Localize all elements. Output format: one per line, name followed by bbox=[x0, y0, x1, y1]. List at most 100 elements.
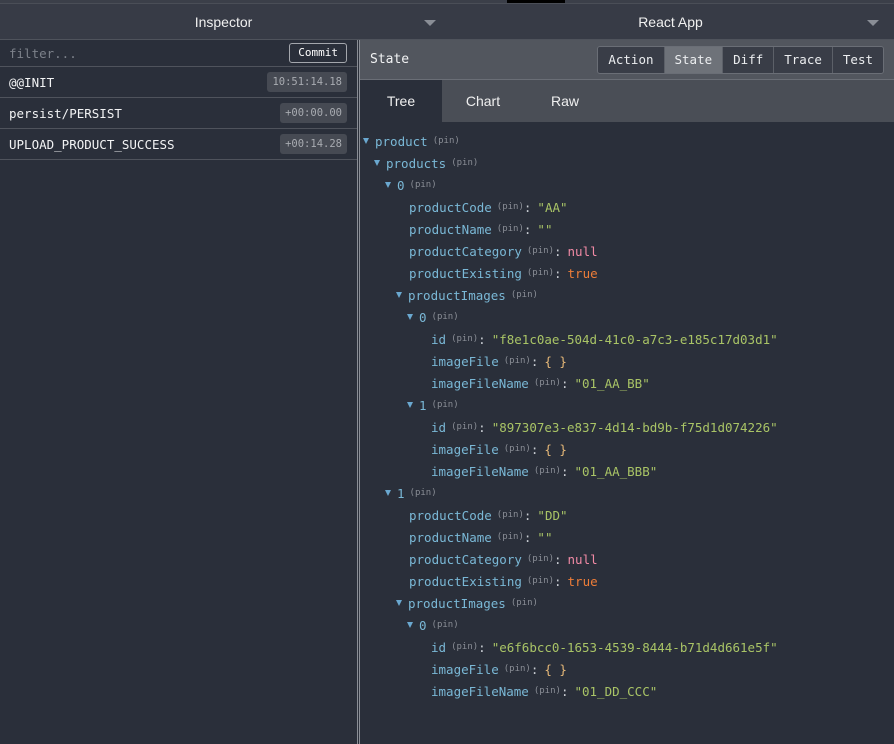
pin-link[interactable]: (pin) bbox=[410, 488, 437, 498]
tree-node: product (pin) bbox=[360, 130, 894, 152]
expand-arrow-icon[interactable] bbox=[396, 600, 402, 606]
app-title: React App bbox=[638, 13, 703, 30]
pin-link[interactable]: (pin) bbox=[432, 620, 459, 630]
pin-link[interactable]: (pin) bbox=[504, 444, 531, 454]
action-item[interactable]: @@INIT 10:51:14.18 bbox=[0, 67, 357, 98]
monitor-button-state[interactable]: State bbox=[663, 46, 723, 73]
separator: : bbox=[478, 419, 486, 435]
pin-link[interactable]: (pin) bbox=[433, 136, 460, 146]
pin-link[interactable]: (pin) bbox=[527, 268, 554, 278]
pin-link[interactable]: (pin) bbox=[497, 510, 524, 520]
tree-leaf: imageFile (pin): { } bbox=[360, 658, 894, 680]
chevron-down-icon[interactable] bbox=[424, 20, 436, 26]
tree-leaf: productCategory (pin): null bbox=[360, 548, 894, 570]
tree-key[interactable]: 0 bbox=[419, 310, 427, 325]
tree-key[interactable]: productImages bbox=[408, 288, 506, 303]
pin-link[interactable]: (pin) bbox=[497, 224, 524, 234]
monitor-button-trace[interactable]: Trace bbox=[773, 46, 832, 73]
tab-chart[interactable]: Chart bbox=[442, 80, 524, 122]
tree-leaf: productName (pin): "" bbox=[360, 526, 894, 548]
tree-key: id bbox=[431, 331, 447, 347]
action-item[interactable]: persist/PERSIST +00:00.00 bbox=[0, 98, 357, 129]
pin-link[interactable]: (pin) bbox=[497, 202, 524, 212]
tree-key: imageFileName bbox=[431, 463, 529, 479]
separator: : bbox=[560, 375, 569, 391]
separator: : bbox=[530, 661, 539, 677]
tree-value: "" bbox=[537, 221, 553, 237]
tree-key[interactable]: product bbox=[375, 134, 428, 149]
pin-link[interactable]: (pin) bbox=[534, 466, 561, 476]
tree-key[interactable]: 0 bbox=[397, 178, 405, 193]
expand-arrow-icon[interactable] bbox=[363, 138, 369, 144]
pin-link[interactable]: (pin) bbox=[432, 400, 459, 410]
pin-link[interactable]: (pin) bbox=[497, 532, 524, 542]
tree-key[interactable]: products bbox=[386, 156, 446, 171]
separator: : bbox=[553, 265, 562, 281]
pin-link[interactable]: (pin) bbox=[527, 246, 554, 256]
tree-leaf: id (pin): "f8e1c0ae-504d-41c0-a7c3-e185c17… bbox=[360, 328, 894, 350]
tree-leaf: productCode (pin): "DD" bbox=[360, 504, 894, 526]
state-panel: State Action State Diff Trace Test Tree Chart… bbox=[360, 40, 894, 744]
expand-arrow-icon[interactable] bbox=[385, 182, 391, 188]
tab-raw[interactable]: Raw bbox=[524, 80, 606, 122]
commit-button[interactable]: Commit bbox=[289, 43, 347, 63]
action-list: @@INIT 10:51:14.18 persist/PERSIST +00:00.0… bbox=[0, 67, 357, 160]
tree-leaf: imageFileName (pin): "01_AA_BB" bbox=[360, 372, 894, 394]
tree-key: productName bbox=[409, 221, 492, 237]
expand-arrow-icon[interactable] bbox=[407, 402, 413, 408]
tree-key: productExisting bbox=[409, 265, 522, 281]
tree-leaf: imageFileName (pin): "01_DD_CCC" bbox=[360, 680, 894, 702]
separator: : bbox=[530, 353, 539, 369]
pin-link[interactable]: (pin) bbox=[511, 290, 538, 300]
camera-notch bbox=[507, 0, 565, 3]
tree-node: 0 (pin) bbox=[360, 614, 894, 636]
tree-key: imageFile bbox=[431, 353, 499, 369]
app-selector-bar[interactable]: React App bbox=[447, 4, 894, 40]
action-item[interactable]: UPLOAD_PRODUCT_SUCCESS +00:14.28 bbox=[0, 129, 357, 160]
pin-link[interactable]: (pin) bbox=[527, 576, 554, 586]
expand-arrow-icon[interactable] bbox=[407, 622, 413, 628]
pin-link[interactable]: (pin) bbox=[451, 422, 478, 432]
tree-key: productCategory bbox=[409, 551, 522, 567]
monitor-button-action[interactable]: Action bbox=[598, 46, 664, 73]
expand-arrow-icon[interactable] bbox=[407, 314, 413, 320]
pin-link[interactable]: (pin) bbox=[504, 356, 531, 366]
pin-link[interactable]: (pin) bbox=[527, 554, 554, 564]
action-timestamp: +00:14.28 bbox=[280, 134, 347, 154]
pin-link[interactable]: (pin) bbox=[504, 664, 531, 674]
pin-link[interactable]: (pin) bbox=[534, 686, 561, 696]
tree-value: "01_AA_BBB" bbox=[574, 463, 658, 479]
tree-key[interactable]: 0 bbox=[419, 618, 427, 633]
monitor-button-diff[interactable]: Diff bbox=[722, 46, 774, 73]
tree-leaf: productExisting (pin): true bbox=[360, 570, 894, 592]
separator: : bbox=[553, 551, 562, 567]
pin-link[interactable]: (pin) bbox=[534, 378, 561, 388]
action-name: persist/PERSIST bbox=[9, 105, 122, 121]
pin-link[interactable]: (pin) bbox=[511, 598, 538, 608]
pin-link[interactable]: (pin) bbox=[451, 642, 478, 652]
pin-link[interactable]: (pin) bbox=[451, 334, 478, 344]
tree-key[interactable]: productImages bbox=[408, 596, 506, 611]
separator: : bbox=[523, 529, 532, 545]
tree-value: true bbox=[567, 573, 598, 589]
filter-row: Commit bbox=[0, 40, 357, 67]
tree-key[interactable]: 1 bbox=[419, 398, 427, 413]
pin-link[interactable]: (pin) bbox=[432, 312, 459, 322]
tree-key: productExisting bbox=[409, 573, 522, 589]
pin-link[interactable]: (pin) bbox=[451, 158, 478, 168]
tree-key: id bbox=[431, 639, 447, 655]
expand-arrow-icon[interactable] bbox=[374, 160, 380, 166]
state-tree: product (pin) products (pin) 0 (pin) productCo… bbox=[360, 122, 894, 702]
tab-tree[interactable]: Tree bbox=[360, 80, 442, 122]
action-timestamp: 10:51:14.18 bbox=[267, 72, 347, 92]
monitor-button-test[interactable]: Test bbox=[831, 46, 883, 73]
inspector-title-bar[interactable]: Inspector bbox=[0, 4, 447, 40]
chevron-down-icon[interactable] bbox=[867, 20, 879, 26]
expand-arrow-icon[interactable] bbox=[385, 490, 391, 496]
pin-link[interactable]: (pin) bbox=[410, 180, 437, 190]
tree-key[interactable]: 1 bbox=[397, 486, 405, 501]
expand-arrow-icon[interactable] bbox=[396, 292, 402, 298]
filter-input[interactable] bbox=[9, 45, 209, 61]
tree-value: "e6f6bcc0-1653-4539-8444-b71d4d661e5f" bbox=[491, 639, 778, 655]
tree-leaf: productCategory (pin): null bbox=[360, 240, 894, 262]
